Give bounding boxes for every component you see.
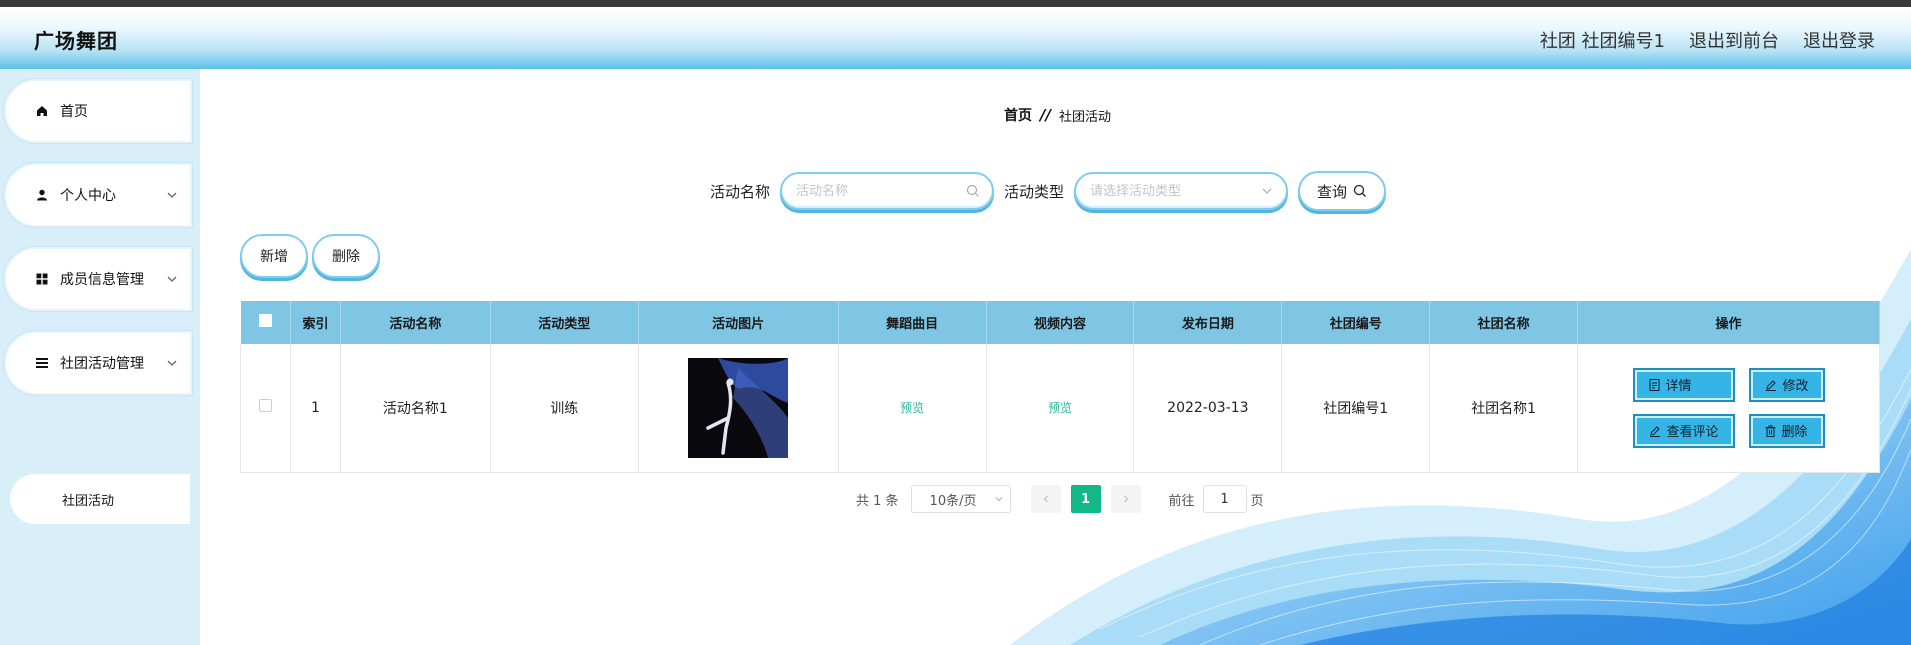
- sidebar-item-club-activity-mgmt[interactable]: 社团活动管理: [4, 331, 192, 395]
- add-button[interactable]: 新增: [240, 234, 308, 278]
- chevron-right-icon: [1123, 495, 1128, 503]
- edit-icon: [1765, 380, 1776, 391]
- column-header: 索引: [290, 301, 341, 344]
- header-links: 社团 社团编号1 退出到前台 退出登录: [1540, 27, 1875, 53]
- sidebar-item-label: 社团活动管理: [60, 356, 144, 372]
- column-header: 活动类型: [490, 301, 639, 344]
- select-all-cell: [240, 301, 291, 344]
- activity-name-label: 活动名称: [710, 182, 771, 201]
- page-suffix: 页: [1250, 493, 1264, 509]
- row-checkbox[interactable]: [258, 399, 272, 413]
- activity-type-select[interactable]: [1074, 172, 1289, 210]
- page-size-select[interactable]: 10条/页: [910, 485, 1011, 513]
- search-icon: [1353, 184, 1366, 197]
- goto-page-input[interactable]: [1202, 485, 1247, 513]
- chevron-down-icon: [995, 497, 1002, 502]
- table-row: 1 活动名称1 训练 预览 预览 2022-03-13 社团编号1 社团名称1: [240, 344, 1880, 473]
- user-label: 社团 社团编号1: [1539, 31, 1665, 52]
- total-count: 共 1 条: [856, 493, 899, 509]
- music-preview-link[interactable]: 预览: [900, 401, 924, 415]
- sidebar-item-label: 首页: [60, 104, 88, 120]
- breadcrumb-separator: //: [1040, 106, 1051, 124]
- cell-club-name: 社团名称1: [1429, 344, 1579, 473]
- cell-activity-image: [638, 344, 839, 473]
- activity-thumbnail[interactable]: [688, 357, 789, 458]
- search-bar: 活动名称 活动类型 查询: [710, 169, 1387, 213]
- breadcrumb-home[interactable]: 首页: [1004, 105, 1032, 125]
- table-header-row: 索引 活动名称 活动类型 活动图片 舞蹈曲目 视频内容 发布日期 社团编号 社团…: [240, 301, 1880, 344]
- sidebar-item-home[interactable]: 首页: [4, 79, 192, 143]
- column-header: 操作: [1577, 301, 1880, 344]
- back-to-front-link[interactable]: 退出到前台: [1689, 27, 1779, 53]
- document-icon: [1649, 378, 1660, 391]
- video-preview-link[interactable]: 预览: [1048, 401, 1072, 415]
- logout-link[interactable]: 退出登录: [1803, 27, 1875, 53]
- cell-dance-music: 预览: [838, 344, 987, 473]
- cell-index: 1: [290, 344, 341, 473]
- cell-video-content: 预览: [986, 344, 1135, 473]
- pagination: 共 1 条 10条/页 1 前往 页: [856, 485, 1264, 513]
- chevron-left-icon: [1043, 495, 1048, 503]
- column-header: 社团编号: [1281, 301, 1431, 344]
- next-page-button[interactable]: [1110, 485, 1141, 513]
- select-all-checkbox[interactable]: [258, 314, 272, 327]
- top-header: 广场舞团 社团 社团编号1 退出到前台 退出登录: [0, 7, 1911, 69]
- trash-icon: [1765, 425, 1776, 437]
- edit-button[interactable]: 修改: [1748, 367, 1825, 402]
- sidebar-item-label: 个人中心: [60, 188, 116, 204]
- breadcrumb-current: 社团活动: [1058, 109, 1111, 125]
- delete-button[interactable]: 删除: [1748, 413, 1825, 448]
- query-button-label: 查询: [1317, 182, 1348, 201]
- query-button[interactable]: 查询: [1298, 171, 1387, 211]
- delete-button-label: 删除: [1781, 425, 1808, 441]
- activity-name-field: [780, 172, 995, 210]
- action-buttons: 新增 删除: [240, 234, 380, 278]
- cell-club-number: 社团编号1: [1281, 344, 1431, 473]
- chevron-down-icon: [167, 360, 177, 366]
- top-strip: [0, 0, 1911, 7]
- activity-name-input[interactable]: [796, 183, 957, 199]
- column-header: 舞蹈曲目: [838, 301, 987, 344]
- page-size-value: 10条/页: [929, 493, 977, 509]
- user-icon: [34, 187, 50, 203]
- edit-icon: [1649, 426, 1660, 437]
- cell-activity-type: 训练: [490, 344, 639, 473]
- prev-page-button[interactable]: [1030, 485, 1061, 513]
- batch-delete-button[interactable]: 删除: [312, 234, 380, 278]
- column-header: 发布日期: [1133, 301, 1283, 344]
- view-comments-button[interactable]: 查看评论: [1632, 413, 1735, 448]
- activity-type-input[interactable]: [1090, 183, 1251, 199]
- brand-title: 广场舞团: [34, 29, 118, 53]
- search-icon: [966, 184, 979, 197]
- chevron-down-icon: [167, 192, 177, 198]
- home-icon: [34, 103, 50, 119]
- sidebar-subitem-club-activity[interactable]: 社团活动: [10, 474, 190, 524]
- sidebar-item-personal-center[interactable]: 个人中心: [4, 163, 192, 227]
- activity-table: 索引 活动名称 活动类型 活动图片 舞蹈曲目 视频内容 发布日期 社团编号 社团…: [240, 301, 1880, 473]
- chevron-down-icon: [167, 276, 177, 282]
- detail-button[interactable]: 详情: [1632, 367, 1735, 402]
- page-number-button[interactable]: 1: [1070, 485, 1101, 513]
- main-content: 首页 // 社团活动 活动名称 活动类型 查询 新增 删除: [200, 69, 1911, 645]
- cell-activity-name: 活动名称1: [340, 344, 491, 473]
- edit-button-label: 修改: [1782, 379, 1809, 395]
- sidebar: 首页 个人中心 成员信息管理 社团活动管理 社团活动: [0, 69, 200, 645]
- column-header: 视频内容: [986, 301, 1135, 344]
- column-header: 活动名称: [340, 301, 491, 344]
- breadcrumb: 首页 // 社团活动: [1004, 105, 1111, 125]
- sidebar-item-member-info[interactable]: 成员信息管理: [4, 247, 192, 311]
- cell-publish-date: 2022-03-13: [1133, 344, 1283, 473]
- activity-type-label: 活动类型: [1004, 182, 1065, 201]
- goto-label: 前往: [1168, 493, 1195, 509]
- cell-operations: 详情 修改 查看评论 删除: [1577, 344, 1880, 473]
- list-icon: [34, 355, 50, 371]
- row-select-cell: [240, 344, 291, 473]
- column-header: 社团名称: [1429, 301, 1579, 344]
- chevron-down-icon: [1262, 188, 1272, 194]
- column-header: 活动图片: [638, 301, 839, 344]
- grid-icon: [34, 271, 50, 287]
- detail-button-label: 详情: [1665, 379, 1692, 395]
- view-comments-label: 查看评论: [1666, 425, 1719, 441]
- sidebar-item-label: 成员信息管理: [60, 272, 144, 288]
